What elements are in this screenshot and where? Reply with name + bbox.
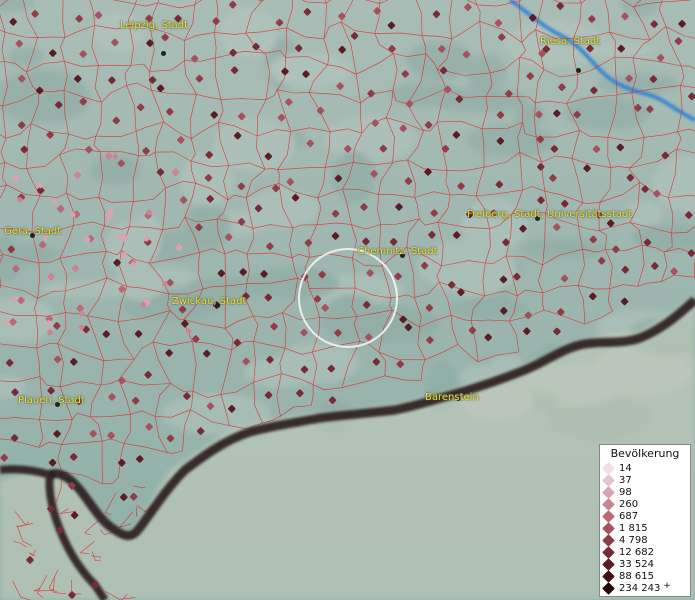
legend-label: 88 615: [619, 571, 654, 582]
city-label[interactable]: Zwickau, Stadt: [172, 296, 246, 307]
terrain-patch: [461, 199, 528, 251]
legend-title: Bevölkerung: [610, 447, 680, 460]
city-label[interactable]: Gera, Stadt: [4, 226, 61, 237]
legend-swatch: [602, 498, 615, 511]
legend-swatch: [602, 462, 615, 475]
terrain-patch: [7, 46, 44, 68]
terrain-patch: [388, 81, 465, 108]
legend-swatch: [602, 558, 615, 571]
city-label[interactable]: Riesa, Stadt: [540, 36, 600, 47]
terrain-patch: [466, 53, 507, 95]
legend-label: 33 524: [619, 559, 654, 570]
legend-swatch: [602, 534, 615, 547]
legend-swatch: [602, 474, 615, 487]
terrain-patch: [212, 118, 296, 171]
terrain-patch: [449, 298, 528, 319]
terrain-patch: [88, 155, 142, 186]
terrain-patch: [106, 221, 155, 274]
legend-swatch: [602, 570, 615, 583]
legend-label: 687: [619, 511, 639, 522]
legend-label: 234 243 +: [619, 581, 671, 594]
legend-label: 37: [619, 475, 632, 486]
legend-label: 260: [619, 499, 639, 510]
city-label[interactable]: Leipzig, Stadt: [120, 20, 188, 31]
legend-label: 1 815: [619, 523, 648, 534]
legend-swatch: [602, 486, 615, 499]
terrain-patch: [184, 276, 285, 298]
legend-swatch: [602, 582, 615, 595]
legend-plus: +: [660, 581, 671, 591]
legend: Bevölkerung 14 37 98 260 687 1 815 4 798 12 682…: [599, 444, 691, 597]
legend-label: 12 682: [619, 547, 654, 558]
city-label[interactable]: Plauen, Stadt: [18, 395, 85, 406]
city-label[interactable]: Bärenstein: [425, 392, 479, 403]
legend-label: 14: [619, 463, 632, 474]
terrain-patch: [220, 7, 278, 59]
legend-label: 4 798: [619, 535, 648, 546]
legend-swatch: [602, 522, 615, 535]
map-canvas[interactable]: [0, 0, 695, 600]
city-dot: [161, 51, 166, 56]
terrain-patch: [92, 11, 145, 54]
legend-swatch: [602, 546, 615, 559]
city-label[interactable]: Chemnitz, Stadt: [357, 246, 438, 257]
city-dot: [576, 68, 581, 73]
legend-swatch: [602, 510, 615, 523]
legend-label: 98: [619, 487, 632, 498]
city-label[interactable]: Freiberg, Stadt, Universitätsstadt: [467, 209, 632, 220]
